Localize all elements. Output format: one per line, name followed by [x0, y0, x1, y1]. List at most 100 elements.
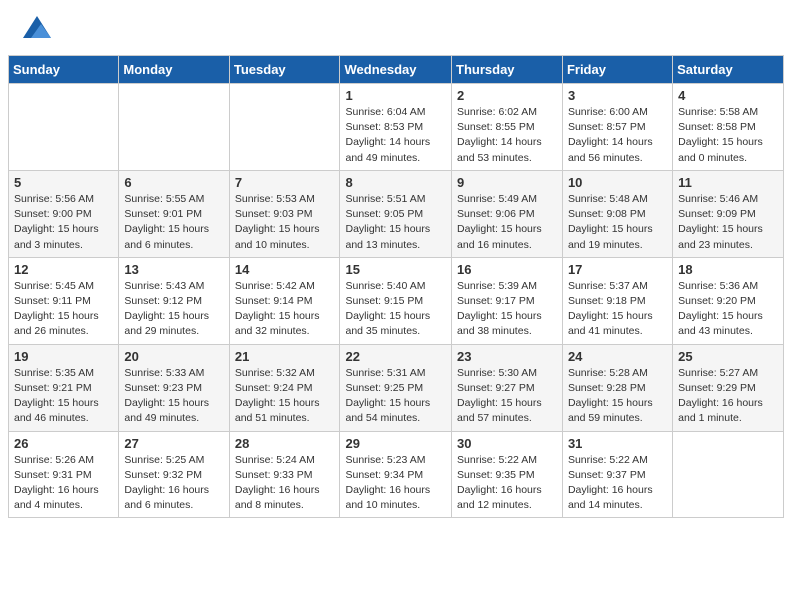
day-info: Sunrise: 5:24 AM Sunset: 9:33 PM Dayligh… — [235, 453, 335, 514]
calendar-week-2: 5 Sunrise: 5:56 AM Sunset: 9:00 PM Daylig… — [9, 170, 784, 257]
calendar-cell — [119, 84, 229, 171]
day-number: 17 — [568, 262, 667, 277]
calendar-cell: 4Sunrise: 5:58 AM Sunset: 8:58 PM Daylig… — [673, 84, 784, 171]
day-info: Sunrise: 5:22 AM Sunset: 9:35 PM Dayligh… — [457, 453, 557, 514]
day-info: Sunrise: 5:46 AM Sunset: 9:09 PM Dayligh… — [678, 192, 778, 253]
calendar-cell: 30 Sunrise: 5:22 AM Sunset: 9:35 PM Dayli… — [452, 431, 563, 518]
calendar-table: SundayMondayTuesdayWednesdayThursdayFrid… — [8, 55, 784, 518]
day-number: 25 — [678, 349, 778, 364]
calendar-cell — [229, 84, 340, 171]
day-info: Sunrise: 5:39 AM Sunset: 9:17 PM Dayligh… — [457, 279, 557, 340]
day-number: 3 — [568, 88, 667, 103]
day-number: 22 — [345, 349, 446, 364]
day-number: 26 — [14, 436, 113, 451]
calendar-body: 1 Sunrise: 6:04 AM Sunset: 8:53 PM Daylig… — [9, 84, 784, 518]
day-info: Sunrise: 5:31 AM Sunset: 9:25 PM Dayligh… — [345, 366, 446, 427]
calendar-cell: 16 Sunrise: 5:39 AM Sunset: 9:17 PM Dayli… — [452, 257, 563, 344]
calendar-cell: 19 Sunrise: 5:35 AM Sunset: 9:21 PM Dayli… — [9, 344, 119, 431]
calendar-cell: 14 Sunrise: 5:42 AM Sunset: 9:14 PM Dayli… — [229, 257, 340, 344]
calendar-cell: 15 Sunrise: 5:40 AM Sunset: 9:15 PM Dayli… — [340, 257, 452, 344]
day-info: Sunrise: 5:42 AM Sunset: 9:14 PM Dayligh… — [235, 279, 335, 340]
calendar-cell: 24 Sunrise: 5:28 AM Sunset: 9:28 PM Dayli… — [562, 344, 672, 431]
day-info: Sunrise: 5:49 AM Sunset: 9:06 PM Dayligh… — [457, 192, 557, 253]
day-number: 7 — [235, 175, 335, 190]
logo — [20, 18, 51, 45]
calendar-cell: 20Sunrise: 5:33 AM Sunset: 9:23 PM Dayli… — [119, 344, 229, 431]
day-info: Sunrise: 6:02 AM Sunset: 8:55 PM Dayligh… — [457, 105, 557, 166]
weekday-header-sunday: Sunday — [9, 56, 119, 84]
day-info: Sunrise: 5:45 AM Sunset: 9:11 PM Dayligh… — [14, 279, 113, 340]
logo-icon — [23, 16, 51, 38]
calendar-week-4: 19 Sunrise: 5:35 AM Sunset: 9:21 PM Dayli… — [9, 344, 784, 431]
day-number: 14 — [235, 262, 335, 277]
weekday-header-thursday: Thursday — [452, 56, 563, 84]
calendar-cell: 25 Sunrise: 5:27 AM Sunset: 9:29 PM Dayli… — [673, 344, 784, 431]
calendar-cell: 22 Sunrise: 5:31 AM Sunset: 9:25 PM Dayli… — [340, 344, 452, 431]
calendar-cell — [673, 431, 784, 518]
calendar-cell: 1 Sunrise: 6:04 AM Sunset: 8:53 PM Daylig… — [340, 84, 452, 171]
day-number: 8 — [345, 175, 446, 190]
calendar-week-3: 12 Sunrise: 5:45 AM Sunset: 9:11 PM Dayli… — [9, 257, 784, 344]
day-number: 18 — [678, 262, 778, 277]
day-info: Sunrise: 6:04 AM Sunset: 8:53 PM Dayligh… — [345, 105, 446, 166]
day-info: Sunrise: 5:37 AM Sunset: 9:18 PM Dayligh… — [568, 279, 667, 340]
calendar-cell — [9, 84, 119, 171]
calendar-cell: 6 Sunrise: 5:55 AM Sunset: 9:01 PM Daylig… — [119, 170, 229, 257]
day-number: 23 — [457, 349, 557, 364]
calendar-week-5: 26 Sunrise: 5:26 AM Sunset: 9:31 PM Dayli… — [9, 431, 784, 518]
day-number: 19 — [14, 349, 113, 364]
day-number: 27 — [124, 436, 223, 451]
day-number: 12 — [14, 262, 113, 277]
day-number: 13 — [124, 262, 223, 277]
day-info: Sunrise: 5:40 AM Sunset: 9:15 PM Dayligh… — [345, 279, 446, 340]
day-number: 1 — [345, 88, 446, 103]
day-number: 24 — [568, 349, 667, 364]
day-info: Sunrise: 5:30 AM Sunset: 9:27 PM Dayligh… — [457, 366, 557, 427]
day-info: Sunrise: 5:58 AM Sunset: 8:58 PM Dayligh… — [678, 105, 778, 166]
weekday-header-saturday: Saturday — [673, 56, 784, 84]
day-number: 10 — [568, 175, 667, 190]
day-info: Sunrise: 5:32 AM Sunset: 9:24 PM Dayligh… — [235, 366, 335, 427]
day-info: Sunrise: 6:00 AM Sunset: 8:57 PM Dayligh… — [568, 105, 667, 166]
day-info: Sunrise: 5:22 AM Sunset: 9:37 PM Dayligh… — [568, 453, 667, 514]
day-info: Sunrise: 5:28 AM Sunset: 9:28 PM Dayligh… — [568, 366, 667, 427]
day-info: Sunrise: 5:36 AM Sunset: 9:20 PM Dayligh… — [678, 279, 778, 340]
day-info: Sunrise: 5:56 AM Sunset: 9:00 PM Dayligh… — [14, 192, 113, 253]
day-info: Sunrise: 5:53 AM Sunset: 9:03 PM Dayligh… — [235, 192, 335, 253]
day-number: 30 — [457, 436, 557, 451]
day-info: Sunrise: 5:27 AM Sunset: 9:29 PM Dayligh… — [678, 366, 778, 427]
weekday-header-friday: Friday — [562, 56, 672, 84]
calendar-cell: 17 Sunrise: 5:37 AM Sunset: 9:18 PM Dayli… — [562, 257, 672, 344]
day-info: Sunrise: 5:43 AM Sunset: 9:12 PM Dayligh… — [124, 279, 223, 340]
day-number: 16 — [457, 262, 557, 277]
calendar-cell: 23 Sunrise: 5:30 AM Sunset: 9:27 PM Dayli… — [452, 344, 563, 431]
calendar-cell: 26 Sunrise: 5:26 AM Sunset: 9:31 PM Dayli… — [9, 431, 119, 518]
weekday-header-monday: Monday — [119, 56, 229, 84]
page-header — [0, 0, 792, 55]
day-info: Sunrise: 5:55 AM Sunset: 9:01 PM Dayligh… — [124, 192, 223, 253]
day-info: Sunrise: 5:25 AM Sunset: 9:32 PM Dayligh… — [124, 453, 223, 514]
day-info: Sunrise: 5:48 AM Sunset: 9:08 PM Dayligh… — [568, 192, 667, 253]
day-number: 15 — [345, 262, 446, 277]
day-number: 31 — [568, 436, 667, 451]
day-number: 21 — [235, 349, 335, 364]
day-info: Sunrise: 5:33 AM Sunset: 9:23 PM Dayligh… — [124, 366, 223, 427]
day-info: Sunrise: 5:26 AM Sunset: 9:31 PM Dayligh… — [14, 453, 113, 514]
calendar-cell: 9Sunrise: 5:49 AM Sunset: 9:06 PM Daylig… — [452, 170, 563, 257]
day-info: Sunrise: 5:35 AM Sunset: 9:21 PM Dayligh… — [14, 366, 113, 427]
weekday-header-wednesday: Wednesday — [340, 56, 452, 84]
day-number: 6 — [124, 175, 223, 190]
calendar-cell: 3 Sunrise: 6:00 AM Sunset: 8:57 PM Daylig… — [562, 84, 672, 171]
calendar-cell: 10 Sunrise: 5:48 AM Sunset: 9:08 PM Dayli… — [562, 170, 672, 257]
day-info: Sunrise: 5:23 AM Sunset: 9:34 PM Dayligh… — [345, 453, 446, 514]
calendar-cell: 28 Sunrise: 5:24 AM Sunset: 9:33 PM Dayli… — [229, 431, 340, 518]
day-info: Sunrise: 5:51 AM Sunset: 9:05 PM Dayligh… — [345, 192, 446, 253]
day-number: 11 — [678, 175, 778, 190]
calendar-cell: 11 Sunrise: 5:46 AM Sunset: 9:09 PM Dayli… — [673, 170, 784, 257]
calendar-cell: 18 Sunrise: 5:36 AM Sunset: 9:20 PM Dayli… — [673, 257, 784, 344]
calendar-cell: 27 Sunrise: 5:25 AM Sunset: 9:32 PM Dayli… — [119, 431, 229, 518]
day-number: 2 — [457, 88, 557, 103]
calendar-cell: 7 Sunrise: 5:53 AM Sunset: 9:03 PM Daylig… — [229, 170, 340, 257]
day-number: 5 — [14, 175, 113, 190]
day-number: 28 — [235, 436, 335, 451]
